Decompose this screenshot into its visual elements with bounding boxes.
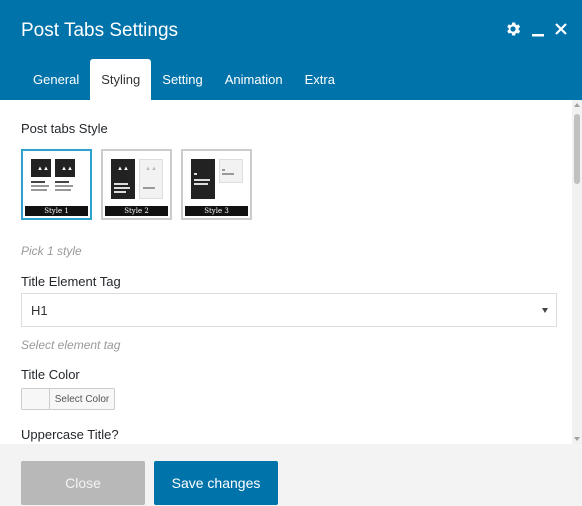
scroll-down-icon[interactable] — [574, 437, 580, 441]
style-3-caption: Style 3 — [185, 206, 248, 216]
style-option-1[interactable]: ▲▲ ▲▲ Style 1 — [21, 149, 92, 220]
close-button[interactable]: Close — [21, 461, 145, 505]
style-2-caption: Style 2 — [105, 206, 168, 216]
scroll-up-icon[interactable] — [574, 103, 580, 107]
style-option-2[interactable]: ▲▲ ▲▲ Style 2 — [101, 149, 172, 220]
style-2-thumbnail: ▲▲ ▲▲ Style 2 — [105, 153, 168, 216]
select-color-button[interactable]: Select Color — [21, 388, 115, 410]
post-tabs-style-hint: Pick 1 style — [21, 244, 82, 258]
gear-icon[interactable] — [504, 20, 522, 38]
select-color-label: Select Color — [54, 393, 110, 405]
style-3-thumbnail: Style 3 — [185, 153, 248, 216]
tab-animation[interactable]: Animation — [214, 59, 294, 100]
dialog-title: Post Tabs Settings — [21, 20, 179, 41]
tab-extra[interactable]: Extra — [294, 59, 346, 100]
title-element-tag-value: H1 — [31, 302, 48, 318]
title-color-label: Title Color — [21, 367, 80, 382]
tab-styling[interactable]: Styling — [90, 59, 152, 100]
title-element-tag-select[interactable]: H1 — [21, 293, 557, 327]
dialog-header: Post Tabs Settings General Styling Setti… — [0, 0, 582, 100]
settings-tabs: General Styling Setting Animation Extra — [22, 59, 346, 100]
tab-setting[interactable]: Setting — [151, 59, 213, 100]
uppercase-title-label: Uppercase Title? — [21, 427, 119, 442]
style-option-3[interactable]: Style 3 — [181, 149, 252, 220]
title-element-tag-label: Title Element Tag — [21, 274, 121, 289]
chevron-down-icon — [542, 308, 548, 313]
style-1-thumbnail: ▲▲ ▲▲ Style 1 — [25, 153, 88, 216]
close-icon[interactable] — [554, 22, 568, 36]
post-tabs-style-label: Post tabs Style — [21, 121, 108, 136]
header-controls — [504, 20, 568, 38]
dialog-footer: Close Save changes — [0, 444, 582, 506]
title-element-tag-hint: Select element tag — [21, 338, 121, 352]
save-changes-button[interactable]: Save changes — [154, 461, 278, 505]
tab-general[interactable]: General — [22, 59, 90, 100]
scroll-thumb[interactable] — [574, 114, 580, 184]
minimize-icon[interactable] — [531, 20, 545, 38]
color-swatch — [22, 389, 50, 409]
content-scrollbar[interactable] — [572, 100, 582, 444]
style-1-caption: Style 1 — [25, 206, 88, 216]
settings-content: Post tabs Style ▲▲ ▲▲ Style 1 ▲▲ ▲▲ Styl… — [0, 100, 572, 444]
